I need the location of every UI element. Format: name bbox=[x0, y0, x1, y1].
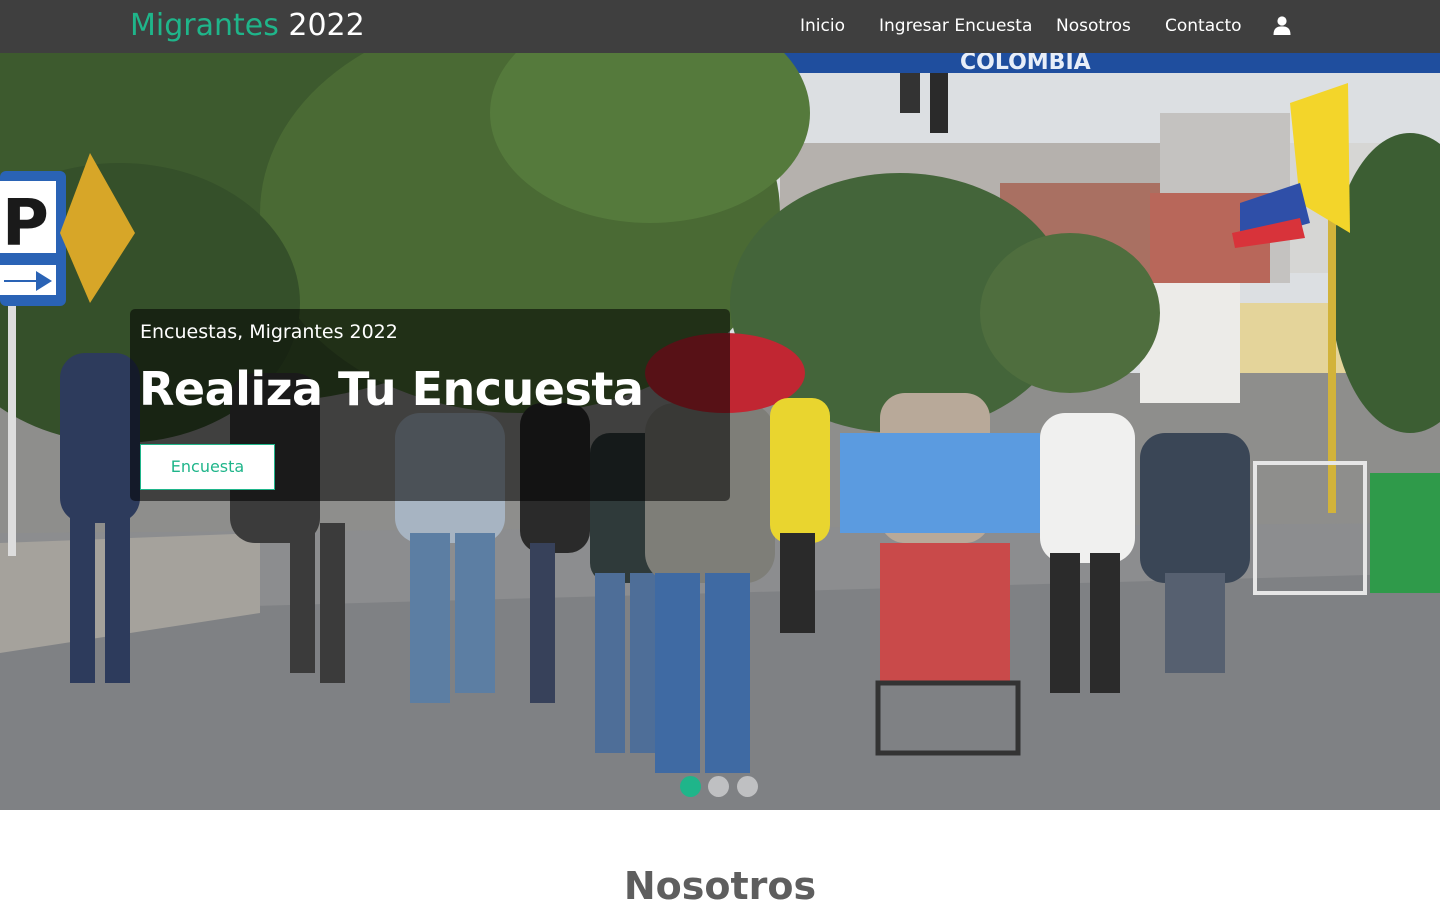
parking-sign-letter: P bbox=[2, 187, 49, 261]
section-title-nosotros: Nosotros bbox=[623, 864, 817, 900]
caption-title: Realiza Tu Encuesta bbox=[139, 362, 644, 416]
carousel-indicators bbox=[680, 776, 760, 798]
brand-name: Migrantes bbox=[130, 8, 279, 43]
nav-link-ingresar-encuesta[interactable]: Ingresar Encuesta bbox=[879, 15, 1032, 37]
carousel-indicator-3[interactable] bbox=[737, 776, 758, 797]
encuesta-button[interactable]: Encuesta bbox=[140, 444, 275, 490]
hero-carousel: COLOMBIA P Encuestas, Migrantes 2022 Rea… bbox=[0, 53, 1440, 810]
carousel-indicator-2[interactable] bbox=[708, 776, 729, 797]
nav-link-nosotros[interactable]: Nosotros bbox=[1056, 15, 1131, 37]
nav-link-contacto[interactable]: Contacto bbox=[1165, 15, 1242, 37]
caption-subtitle: Encuestas, Migrantes 2022 bbox=[140, 321, 398, 343]
navbar: Migrantes 2022 Inicio Ingresar Encuesta … bbox=[0, 0, 1440, 53]
user-icon[interactable] bbox=[1273, 16, 1291, 35]
brand-year: 2022 bbox=[278, 8, 365, 43]
carousel-indicator-1[interactable] bbox=[680, 776, 701, 797]
banner-sign-text: COLOMBIA bbox=[960, 53, 1091, 75]
brand-logo[interactable]: Migrantes 2022 bbox=[130, 7, 365, 45]
nav-link-inicio[interactable]: Inicio bbox=[800, 15, 845, 37]
carousel-caption: Encuestas, Migrantes 2022 Realiza Tu Enc… bbox=[130, 309, 730, 501]
